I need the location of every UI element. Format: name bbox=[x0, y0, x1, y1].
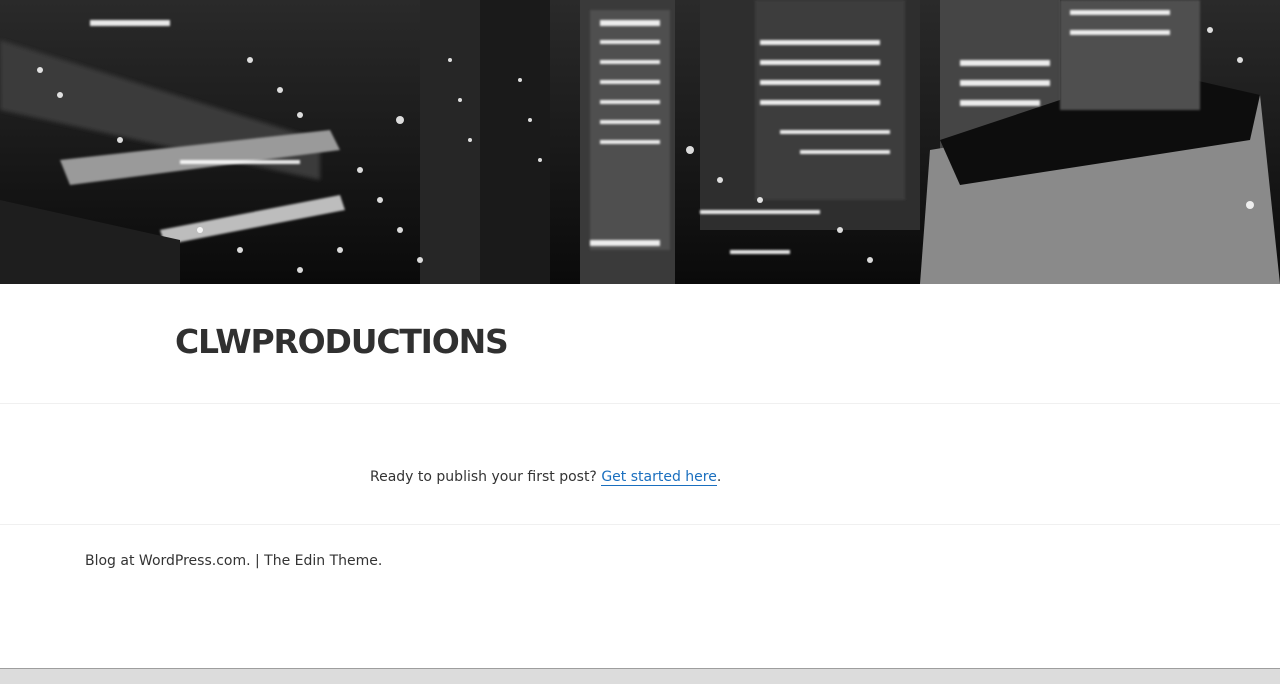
footer-separator: | bbox=[255, 553, 260, 569]
get-started-link[interactable]: Get started here bbox=[601, 469, 717, 486]
publish-suffix: . bbox=[716, 469, 722, 485]
site-branding: CLWPRODUCTIONS bbox=[0, 284, 1280, 404]
publish-prompt-text: Ready to publish your first post? bbox=[370, 469, 597, 485]
page: CLWPRODUCTIONS Ready to publish your fir… bbox=[0, 0, 1280, 684]
main-content: Ready to publish your first post? Get st… bbox=[0, 405, 1280, 525]
site-footer: Blog at WordPress.com. | The Edin Theme. bbox=[85, 551, 382, 571]
header-image[interactable] bbox=[0, 0, 1280, 284]
browser-status-bar bbox=[0, 668, 1280, 684]
city-photo bbox=[0, 0, 1280, 284]
theme-link[interactable]: The Edin Theme. bbox=[264, 553, 382, 569]
publish-prompt: Ready to publish your first post? Get st… bbox=[370, 467, 721, 487]
site-title[interactable]: CLWPRODUCTIONS bbox=[175, 322, 509, 362]
wordpress-link[interactable]: Blog at WordPress.com. bbox=[85, 553, 251, 569]
